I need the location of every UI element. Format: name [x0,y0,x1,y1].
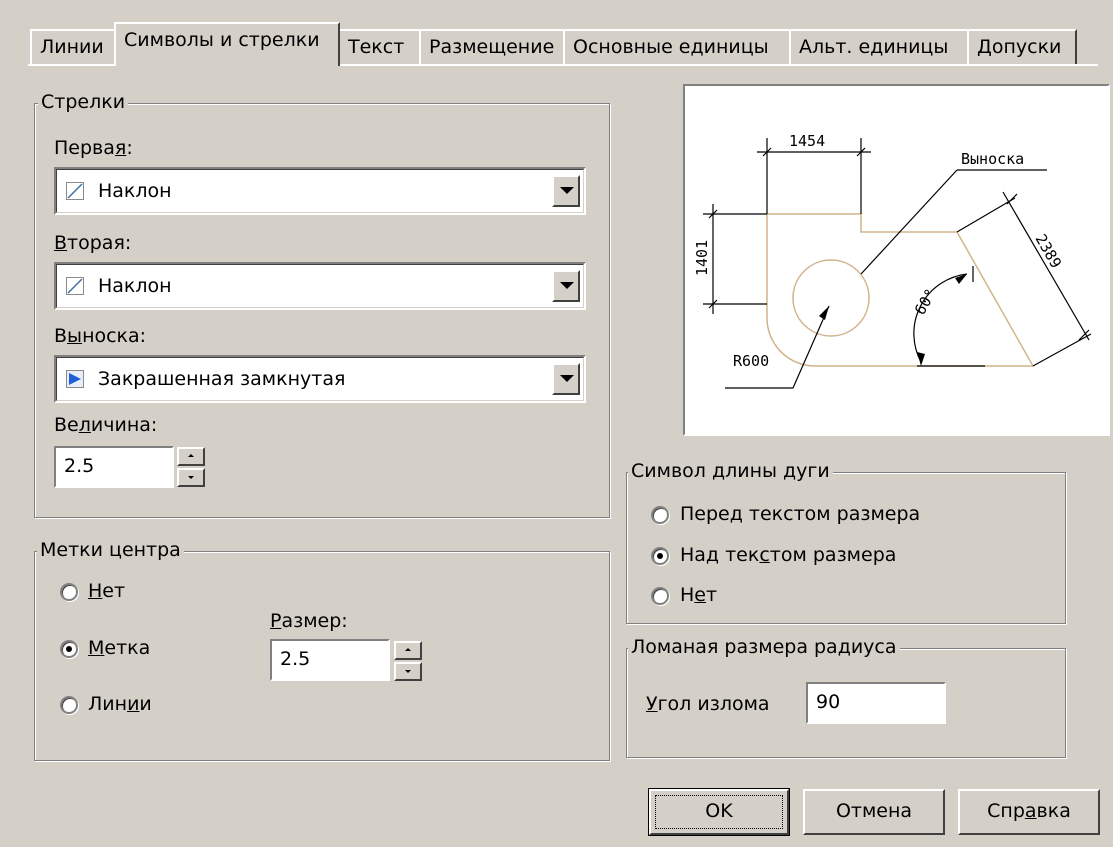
center-mark-lines-label[interactable]: Линии [88,693,152,715]
tab-primary-units[interactable]: Основные единицы [563,29,791,64]
center-mark-size-label: Размер: [270,610,348,632]
first-arrow-value: Наклон [98,180,172,202]
first-arrow-dropdown-button[interactable] [552,175,580,207]
preview-leader-text: Выноска [961,150,1024,168]
center-mark-mark-label[interactable]: Метка [88,637,150,659]
spin-down-icon[interactable] [394,662,422,681]
tab-symbols-arrows[interactable]: Символы и стрелки [114,22,340,66]
second-arrow-label: Вторая: [54,232,132,254]
tab-fit[interactable]: Размещение [419,29,565,64]
closed-filled-arrow-icon [66,370,84,388]
preview-angle: 60° [911,286,940,318]
arc-above-text-label[interactable]: Над текстом размера [680,544,896,566]
oblique-arrow-icon [66,182,84,200]
help-button[interactable]: Справка [958,789,1100,835]
tab-lines[interactable]: Линии [30,29,116,64]
spin-up-icon[interactable] [394,641,422,660]
arrow-size-spinner[interactable] [177,447,205,487]
help-button-label: Справка [987,800,1071,822]
leader-arrow-dropdown-button[interactable] [552,363,580,395]
dimension-preview-drawing: 1454 Выноска R600 1401 2389 60° [693,132,1092,389]
arc-length-symbol-group-title: Символ длины дуги [628,461,833,481]
center-mark-none-radio[interactable] [60,583,78,601]
tab-tolerances[interactable]: Допуски [967,29,1077,64]
arc-none-label[interactable]: Нет [680,584,717,606]
preview-dim-left: 1401 [693,240,711,276]
arrow-size-label: Величина: [54,414,158,436]
center-mark-lines-radio[interactable] [60,696,78,714]
cancel-button-label: Отмена [835,800,913,822]
leader-arrow-value: Закрашенная замкнутая [98,368,346,390]
arc-before-text-radio[interactable] [651,506,669,524]
second-arrow-dropdown-button[interactable] [552,270,580,302]
ok-button[interactable]: OK [648,788,790,836]
preview-panel: 1454 Выноска R600 1401 2389 60° [683,84,1110,436]
first-arrow-select[interactable]: Наклон [54,167,586,215]
spin-up-icon[interactable] [177,447,205,466]
focus-rect [655,795,783,829]
center-mark-none-label[interactable]: Нет [88,580,125,602]
cancel-button[interactable]: Отмена [803,789,945,835]
spin-down-icon[interactable] [177,468,205,487]
tab-text[interactable]: Текст [338,29,421,64]
preview-dim-right: 2389 [1032,231,1066,271]
tab-alternate-units[interactable]: Альт. единицы [789,29,969,64]
arc-above-text-radio[interactable] [651,547,669,565]
center-mark-size-input[interactable]: 2.5 [270,639,390,681]
first-arrow-label: Первая: [54,137,133,159]
leader-arrow-select[interactable]: Закрашенная замкнутая [54,355,586,403]
oblique-arrow-icon [66,277,84,295]
preview-dim-top: 1454 [789,132,825,150]
center-marks-group-title: Метки центра [37,540,184,560]
leader-arrow-label: Выноска: [54,325,147,347]
jog-angle-label: Угол излома [646,693,770,715]
arrowheads-group-title: Стрелки [38,92,129,112]
arc-before-text-label[interactable]: Перед текстом размера [680,503,920,525]
preview-radius-text: R600 [733,352,769,370]
center-mark-size-spinner[interactable] [394,641,422,681]
second-arrow-value: Наклон [98,275,172,297]
jog-angle-input[interactable]: 90 [806,682,946,724]
arc-none-radio[interactable] [651,587,669,605]
arrow-size-input[interactable]: 2.5 [54,446,174,488]
radius-jog-group-title: Ломаная размера радиуса [628,637,900,657]
center-mark-mark-radio[interactable] [60,640,78,658]
second-arrow-select[interactable]: Наклон [54,262,586,310]
